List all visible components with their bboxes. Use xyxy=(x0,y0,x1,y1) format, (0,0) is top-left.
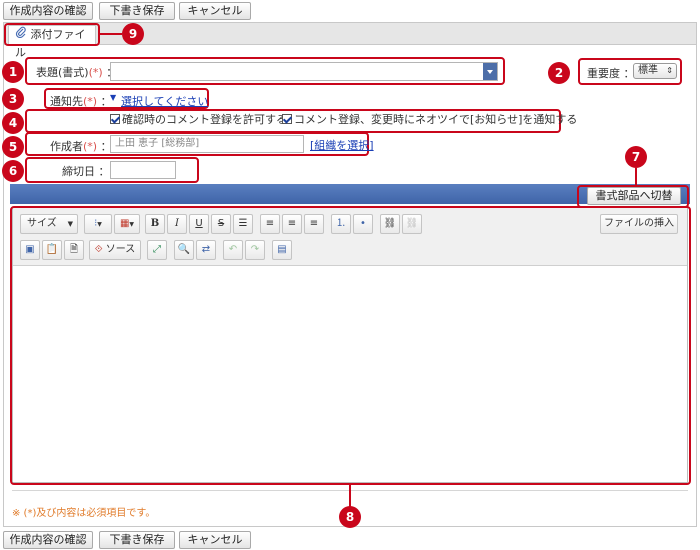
importance-label: 重要度 ： xyxy=(587,67,635,80)
font-size-label: サイズ xyxy=(27,218,57,229)
callout-line-9 xyxy=(100,33,122,35)
align-center-button[interactable]: ≡ xyxy=(282,214,302,234)
align-left-icon: ≡ xyxy=(265,218,275,229)
align-right-button[interactable]: ≡ xyxy=(304,214,324,234)
callout-6: 6 xyxy=(2,160,24,182)
cancel-button-bottom[interactable]: キャンセル xyxy=(179,531,251,549)
author-label: 作成者(*) ： xyxy=(50,140,112,153)
triangle-down-icon: ▼ xyxy=(110,93,117,102)
chevron-down-icon: ▼ xyxy=(67,220,73,228)
cancel-button[interactable]: キャンセル xyxy=(179,2,251,20)
font-size-select[interactable]: サイズ ▼ xyxy=(20,214,78,234)
find-button[interactable]: 🔍 xyxy=(174,240,194,260)
horizontal-rule-icon: ☰ xyxy=(238,218,248,229)
source-icon: ⟐ xyxy=(94,244,103,255)
italic-button[interactable]: I xyxy=(167,214,187,234)
preview-button[interactable]: 🗎 xyxy=(64,240,84,260)
subject-dropdown-button[interactable] xyxy=(483,63,497,80)
checkbox-checked-icon[interactable] xyxy=(282,114,292,124)
save-draft-button[interactable]: 下書き保存 xyxy=(99,2,175,20)
image-icon: ▣ xyxy=(25,244,35,255)
unlink-icon: ⛓ xyxy=(405,218,419,229)
align-left-button[interactable]: ≡ xyxy=(260,214,280,234)
source-label: ソース xyxy=(105,244,136,255)
unlink-button[interactable]: ⛓ xyxy=(402,214,422,234)
select-organization-link[interactable]: [組織を選択] xyxy=(310,137,374,153)
underline-button[interactable]: U xyxy=(189,214,209,234)
table-icon: ▦ xyxy=(119,218,130,229)
bold-button[interactable]: B xyxy=(145,214,165,234)
option-allow-comment[interactable]: 確認時のコメント登録を許可する xyxy=(110,111,287,127)
subject-label: 表題(書式)(*) ： xyxy=(36,66,117,79)
numbered-list-button[interactable]: ⒈ xyxy=(331,214,351,234)
updown-icon: ⇕ xyxy=(666,66,673,75)
replace-icon: ⇄ xyxy=(201,244,211,255)
deadline-label: 締切日 ： xyxy=(62,165,110,178)
deadline-input[interactable] xyxy=(110,161,176,179)
underline-icon: U xyxy=(195,218,203,229)
align-center-icon: ≡ xyxy=(287,218,297,229)
undo-icon: ↶ xyxy=(228,244,238,255)
redo-icon: ↷ xyxy=(250,244,260,255)
align-right-icon: ≡ xyxy=(309,218,319,229)
numbered-list-icon: ⒈ xyxy=(336,218,346,229)
source-button[interactable]: ⟐ ソース xyxy=(89,240,141,260)
insert-link-button[interactable]: ⛓ xyxy=(380,214,400,234)
horizontal-rule-button[interactable]: ☰ xyxy=(233,214,253,234)
checkbox-checked-icon[interactable] xyxy=(110,114,120,124)
undo-button[interactable]: ↶ xyxy=(223,240,243,260)
insert-image-button[interactable]: ▣ xyxy=(20,240,40,260)
importance-select[interactable]: 標準 ⇕ xyxy=(633,63,677,79)
tab-attachments[interactable]: 添付ファイル xyxy=(8,25,96,59)
select-all-button[interactable]: ▤ xyxy=(272,240,292,260)
bullet-style-button[interactable]: ⁝▼ xyxy=(84,214,112,234)
callout-3: 3 xyxy=(2,88,24,110)
callout-7: 7 xyxy=(625,146,647,168)
italic-icon: I xyxy=(175,218,179,229)
switch-format-button[interactable]: 書式部品へ切替 xyxy=(587,187,681,205)
preview-icon: 🗎 xyxy=(69,244,79,255)
subject-input[interactable] xyxy=(110,62,498,81)
paperclip-icon xyxy=(15,26,27,44)
callout-2: 2 xyxy=(548,62,570,84)
callout-8: 8 xyxy=(339,506,361,528)
notify-select-link[interactable]: 選択してください xyxy=(121,93,208,109)
maximize-button[interactable]: ⤢ xyxy=(147,240,167,260)
callout-1: 1 xyxy=(2,61,24,83)
confirm-button-bottom[interactable]: 作成内容の確認 xyxy=(3,531,93,549)
callout-line-7 xyxy=(635,168,637,186)
strikethrough-button[interactable]: S xyxy=(211,214,231,234)
bulleted-list-icon: • xyxy=(360,218,366,229)
callout-4: 4 xyxy=(2,112,24,134)
callout-line-8 xyxy=(349,485,351,507)
paste-button[interactable]: 📋 xyxy=(42,240,62,260)
save-draft-button-bottom[interactable]: 下書き保存 xyxy=(99,531,175,549)
maximize-icon: ⤢ xyxy=(153,244,161,255)
replace-button[interactable]: ⇄ xyxy=(196,240,216,260)
redo-button[interactable]: ↷ xyxy=(245,240,265,260)
author-input[interactable]: 上田 恵子 [総務部] xyxy=(110,135,304,153)
strikethrough-icon: S xyxy=(217,218,225,229)
callout-5: 5 xyxy=(2,136,24,158)
option-notify-neotwi[interactable]: コメント登録、変更時にネオツイで[お知らせ]を通知する xyxy=(282,111,577,127)
paste-icon: 📋 xyxy=(45,244,59,255)
select-all-icon: ▤ xyxy=(277,244,287,255)
confirm-button[interactable]: 作成内容の確認 xyxy=(3,2,93,20)
notify-label: 通知先(*) ： xyxy=(50,95,112,108)
importance-value: 標準 xyxy=(638,65,658,76)
bulleted-list-button[interactable]: • xyxy=(353,214,373,234)
chevron-down-icon xyxy=(487,70,493,74)
required-note: ※ (*)及び内容は必須項目です。 xyxy=(12,508,156,519)
insert-file-button[interactable]: ファイルの挿入 xyxy=(600,214,678,234)
link-icon: ⛓ xyxy=(383,218,397,229)
callout-9: 9 xyxy=(122,23,144,45)
bold-icon: B xyxy=(150,218,160,229)
search-icon: 🔍 xyxy=(177,244,191,255)
table-button[interactable]: ▦▼ xyxy=(114,214,140,234)
